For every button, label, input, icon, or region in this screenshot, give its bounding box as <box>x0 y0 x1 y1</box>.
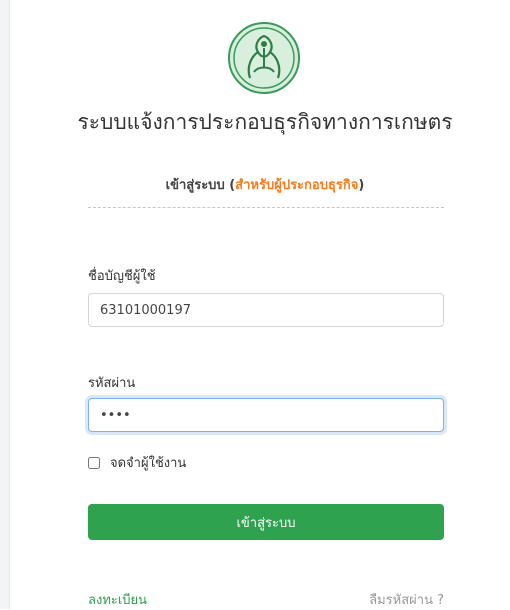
password-input[interactable] <box>88 398 444 432</box>
forgot-password-link[interactable]: ลืมรหัสผ่าน ? <box>369 589 444 610</box>
dashed-divider <box>88 207 444 208</box>
ministry-emblem-logo <box>228 22 300 94</box>
subtitle-accent: สำหรับผู้ประกอบธุรกิจ <box>235 178 359 193</box>
username-input[interactable] <box>88 293 444 327</box>
page-title: ระบบแจ้งการประกอบธุรกิจทางการเกษตร <box>77 110 453 134</box>
login-button[interactable]: เข้าสู่ระบบ <box>88 504 444 540</box>
left-edge-panel <box>0 0 10 609</box>
login-subtitle: เข้าสู่ระบบ (สำหรับผู้ประกอบธุรกิจ) <box>60 174 470 195</box>
password-label: รหัสผ่าน <box>88 376 136 391</box>
remember-checkbox[interactable] <box>88 456 100 469</box>
remember-me[interactable]: จดจำผู้ใช้งาน <box>88 452 186 473</box>
subtitle-suffix: ) <box>358 178 365 193</box>
register-link[interactable]: ลงทะเบียน <box>88 589 147 610</box>
username-label: ชื่อบัญชีผู้ใช้ <box>88 269 156 284</box>
subtitle-prefix: เข้าสู่ระบบ ( <box>165 178 236 193</box>
remember-label: จดจำผู้ใช้งาน <box>110 456 187 471</box>
